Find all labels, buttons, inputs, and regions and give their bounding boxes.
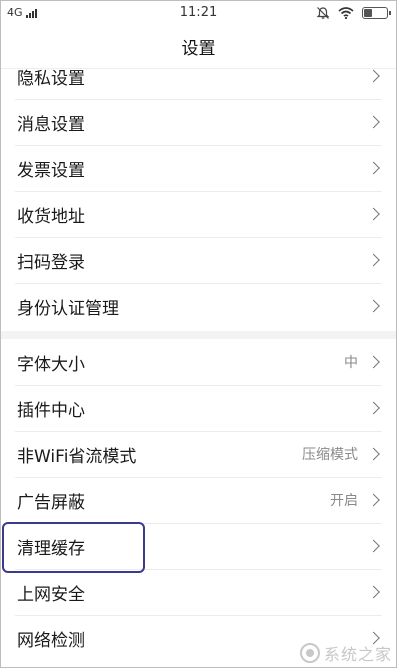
settings-item-plugin-center[interactable]: 插件中心 <box>1 385 396 431</box>
chevron-right-icon <box>367 355 380 369</box>
settings-item-label: 消息设置 <box>17 114 85 135</box>
settings-screen: 4G 11:21 设置 隐私设置 消息设置 发票设置 收货地址 扫码登录 身份认… <box>0 0 397 668</box>
settings-group-browser: 字体大小 中 插件中心 非WiFi省流模式 压缩模式 广告屏蔽 开启 清理缓存 … <box>1 339 396 661</box>
settings-item-data-saver[interactable]: 非WiFi省流模式 压缩模式 <box>1 431 396 477</box>
settings-item-messages[interactable]: 消息设置 <box>1 99 396 145</box>
chevron-right-icon <box>367 299 380 313</box>
watermark: 系统之家 <box>299 641 392 665</box>
chevron-right-icon <box>367 115 380 129</box>
mute-bell-icon <box>316 7 330 19</box>
settings-item-label: 网络检测 <box>17 630 85 651</box>
settings-item-label: 身份认证管理 <box>17 298 119 319</box>
settings-item-label: 非WiFi省流模式 <box>17 446 137 467</box>
battery-icon <box>362 7 391 19</box>
nav-bar: 设置 <box>1 25 396 69</box>
settings-item-label: 收货地址 <box>17 206 85 227</box>
page-title: 设置 <box>181 39 216 59</box>
settings-item-browsing-security[interactable]: 上网安全 <box>1 569 396 615</box>
status-right <box>316 6 391 20</box>
settings-item-value: 中 <box>344 355 358 371</box>
settings-item-label: 广告屏蔽 <box>17 492 85 513</box>
chevron-right-icon <box>367 493 380 507</box>
watermark-text: 系统之家 <box>323 645 392 664</box>
settings-item-ad-block[interactable]: 广告屏蔽 开启 <box>1 477 396 523</box>
status-bar: 4G 11:21 <box>1 1 396 25</box>
settings-item-value: 压缩模式 <box>302 447 358 463</box>
settings-item-label: 发票设置 <box>17 160 85 181</box>
settings-item-invoice[interactable]: 发票设置 <box>1 145 396 191</box>
chevron-right-icon <box>367 161 380 175</box>
watermark-logo-icon <box>299 643 320 663</box>
chevron-right-icon <box>367 69 380 83</box>
settings-item-font-size[interactable]: 字体大小 中 <box>1 339 396 385</box>
chevron-right-icon <box>367 447 380 461</box>
settings-group-account: 隐私设置 消息设置 发票设置 收货地址 扫码登录 身份认证管理 <box>1 53 396 329</box>
settings-item-shipping-address[interactable]: 收货地址 <box>1 191 396 237</box>
highlight-annotation <box>2 522 145 573</box>
chevron-right-icon <box>367 253 380 267</box>
settings-item-value: 开启 <box>330 493 358 509</box>
settings-item-label: 扫码登录 <box>17 252 85 273</box>
chevron-right-icon <box>367 585 380 599</box>
wifi-icon <box>338 7 354 19</box>
settings-item-label: 字体大小 <box>17 354 85 375</box>
settings-item-qr-login[interactable]: 扫码登录 <box>1 237 396 283</box>
chevron-right-icon <box>367 207 380 221</box>
group-separator <box>1 331 396 339</box>
settings-item-label: 插件中心 <box>17 400 85 421</box>
chevron-right-icon <box>367 539 380 553</box>
chevron-right-icon <box>367 401 380 415</box>
settings-item-identity-verification[interactable]: 身份认证管理 <box>1 283 396 329</box>
settings-item-label: 上网安全 <box>17 584 85 605</box>
